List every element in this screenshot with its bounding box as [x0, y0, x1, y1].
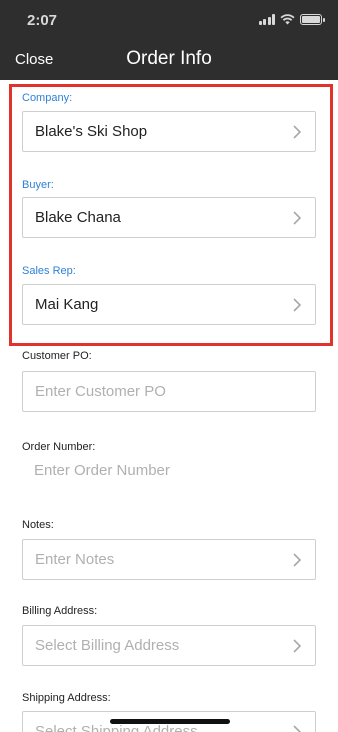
page-title: Order Info — [126, 48, 212, 69]
order-number-input[interactable]: Enter Order Number — [34, 462, 170, 479]
chevron-right-icon — [293, 125, 302, 139]
buyer-value: Blake Chana — [35, 209, 121, 226]
chevron-right-icon — [293, 211, 302, 225]
status-icons — [258, 14, 325, 25]
cellular-signal-icon — [258, 14, 275, 25]
wifi-icon — [280, 14, 295, 25]
status-time: 2:07 — [27, 12, 58, 29]
notes-field[interactable]: Enter Notes — [22, 539, 316, 580]
notes-label: Notes: — [22, 519, 54, 531]
customer-po-input[interactable]: Enter Customer PO — [22, 371, 316, 412]
billing-address-label: Billing Address: — [22, 605, 98, 617]
sales-rep-field[interactable]: Mai Kang — [22, 284, 316, 325]
order-number-label: Order Number: — [22, 441, 96, 453]
sales-rep-label: Sales Rep: — [22, 265, 76, 277]
shipping-address-placeholder: Select Shipping Address — [35, 723, 198, 732]
company-field[interactable]: Blake's Ski Shop — [22, 111, 316, 152]
buyer-field[interactable]: Blake Chana — [22, 197, 316, 238]
chevron-right-icon — [293, 639, 302, 653]
battery-icon — [300, 14, 325, 25]
notes-placeholder: Enter Notes — [35, 551, 115, 568]
home-indicator[interactable] — [110, 719, 230, 724]
company-value: Blake's Ski Shop — [35, 123, 148, 140]
company-label: Company: — [22, 92, 73, 104]
chevron-right-icon — [293, 298, 302, 312]
app-header: 2:07 Close Order Info — [0, 0, 338, 80]
customer-po-label: Customer PO: — [22, 350, 92, 362]
billing-address-field[interactable]: Select Billing Address — [22, 625, 316, 666]
chevron-right-icon — [293, 725, 302, 732]
buyer-label: Buyer: — [22, 179, 54, 191]
chevron-right-icon — [293, 553, 302, 567]
sales-rep-value: Mai Kang — [35, 296, 99, 313]
shipping-address-label: Shipping Address: — [22, 692, 111, 704]
billing-address-placeholder: Select Billing Address — [35, 637, 180, 654]
customer-po-placeholder: Enter Customer PO — [35, 383, 166, 400]
